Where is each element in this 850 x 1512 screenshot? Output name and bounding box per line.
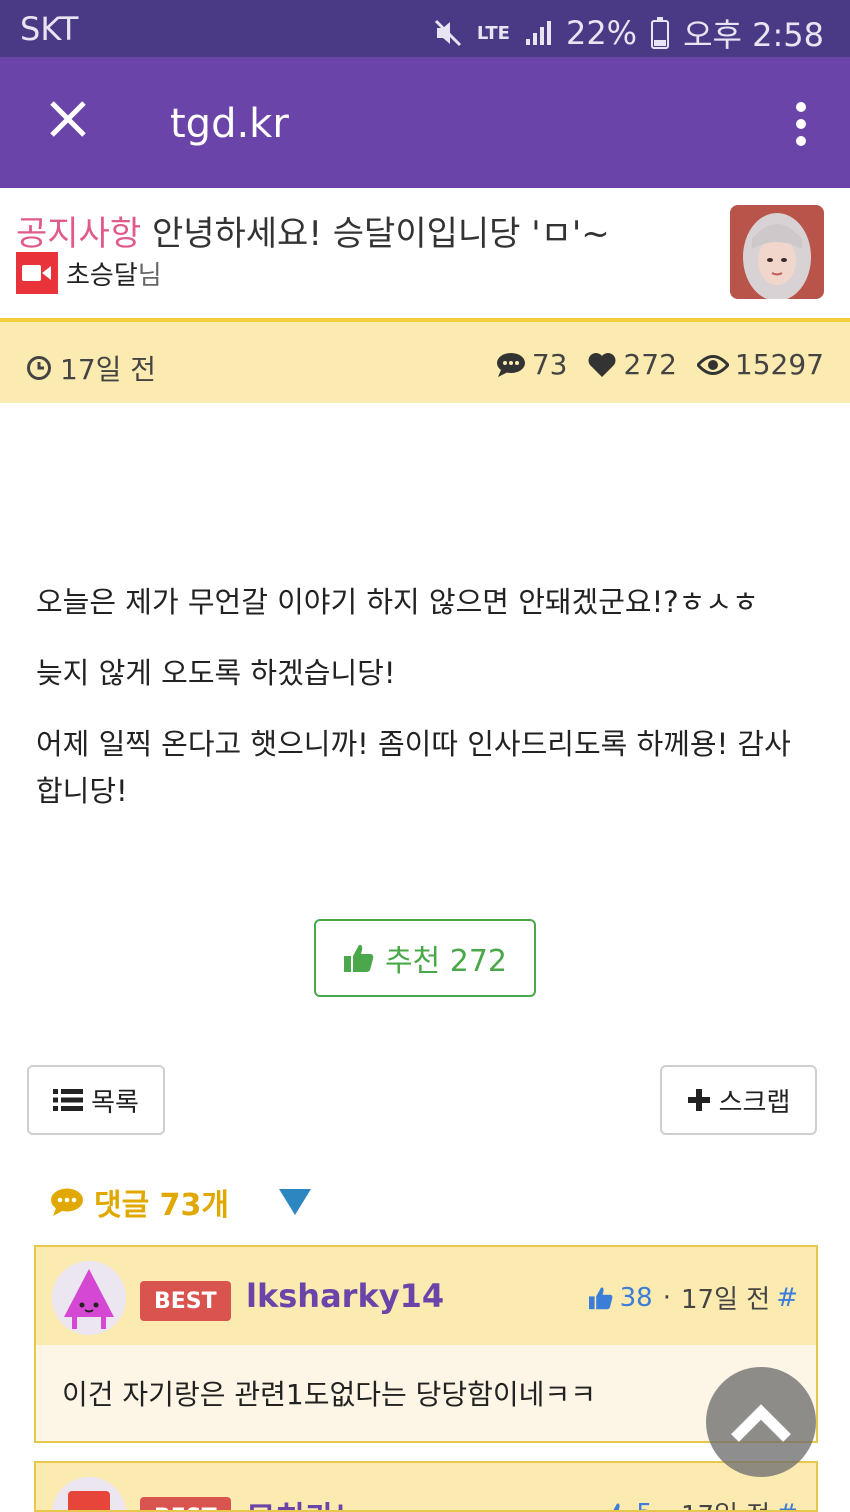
best-badge: BEST bbox=[140, 1497, 231, 1510]
post-date: 17일 전 bbox=[26, 348, 156, 388]
close-icon[interactable] bbox=[46, 97, 90, 141]
comment-meta: 5 · 17일 전 # bbox=[604, 1495, 798, 1511]
comment-permalink[interactable]: # bbox=[776, 1499, 798, 1511]
thumbs-up-icon bbox=[588, 1286, 613, 1309]
comment-meta: 38 · 17일 전 # bbox=[588, 1279, 798, 1316]
network-label: LTE bbox=[476, 22, 510, 44]
post-header: 공지사항 안녕하세요! 승달이입니당 'ㅁ'~ 초승달 님 bbox=[0, 190, 850, 318]
battery-icon bbox=[651, 17, 670, 49]
signal-icon bbox=[525, 21, 551, 45]
post-date-text: 17일 전 bbox=[60, 353, 157, 386]
meta-separator: · bbox=[662, 1282, 671, 1313]
heart-icon bbox=[588, 352, 616, 377]
commenter-avatar[interactable] bbox=[52, 1477, 126, 1510]
status-icons: LTE 22% 오후 2:58 bbox=[433, 10, 824, 56]
view-count: 15297 bbox=[696, 348, 824, 381]
like-count-text: 272 bbox=[623, 348, 677, 381]
best-badge: BEST bbox=[140, 1281, 231, 1321]
comment-likes[interactable]: 38 bbox=[588, 1283, 653, 1313]
chevron-up-icon bbox=[731, 1404, 791, 1442]
post-stats: 73 272 15297 bbox=[484, 348, 824, 381]
comment-time: 17일 전 bbox=[681, 1495, 770, 1510]
author-name: 초승달 bbox=[66, 260, 138, 291]
mute-icon bbox=[434, 19, 461, 47]
comment-likes[interactable]: 5 bbox=[604, 1499, 653, 1511]
clock-icon bbox=[27, 356, 51, 380]
scroll-to-top-button[interactable] bbox=[706, 1367, 816, 1477]
page-url: tgd.kr bbox=[170, 101, 289, 147]
post-paragraph: 어제 일찍 온다고 햇으니까! 좀이따 인사드리도록 하께용! 감사합니당! bbox=[36, 727, 791, 808]
comment-permalink[interactable]: # bbox=[776, 1283, 798, 1313]
comment-item: BEST lksharky14 38 · 17일 전 # 이건 자기랑은 관련1… bbox=[34, 1245, 818, 1443]
post-body: 오늘은 제가 무언갈 이야기 하지 않으면 안돼겠군요!?ㅎㅅㅎ 늦지 않게 오… bbox=[36, 579, 806, 839]
scrap-button[interactable]: 스크랩 bbox=[660, 1065, 817, 1135]
comment-icon bbox=[496, 352, 525, 377]
status-bar: SKT LTE 22% 오후 2:58 bbox=[0, 0, 850, 57]
post-paragraph: 오늘은 제가 무언갈 이야기 하지 않으면 안돼겠군요!?ㅎㅅㅎ bbox=[36, 585, 759, 619]
eye-icon bbox=[696, 354, 729, 375]
comment-header: BEST lksharky14 38 · 17일 전 # bbox=[36, 1247, 816, 1345]
commenter-name[interactable]: lksharky14 bbox=[246, 1277, 444, 1315]
recommend-button[interactable]: 추천 272 bbox=[314, 919, 536, 997]
comments-header[interactable]: 댓글 73개 bbox=[50, 1180, 311, 1224]
commenter-avatar[interactable] bbox=[52, 1261, 126, 1335]
post-title-text: 안녕하세요! 승달이입니당 'ㅁ'~ bbox=[151, 214, 610, 254]
list-icon bbox=[53, 1089, 84, 1111]
broadcaster-icon bbox=[16, 252, 58, 294]
post-actions: 목록 스크랩 bbox=[0, 1048, 850, 1158]
collapse-triangle-icon[interactable] bbox=[279, 1189, 311, 1215]
scrap-button-label: 스크랩 bbox=[718, 1087, 791, 1118]
post-paragraph: 늦지 않게 오도록 하겠습니당! bbox=[36, 656, 396, 690]
recommend-label: 추천 272 bbox=[385, 944, 507, 979]
comment-text: 이건 자기랑은 관련1도없다는 당당함이네ㅋㅋ bbox=[36, 1345, 816, 1441]
thumbs-up-icon bbox=[344, 944, 374, 972]
meta-separator: · bbox=[663, 1499, 671, 1511]
commenter-name[interactable]: 모치카노 bbox=[246, 1493, 364, 1510]
author-suffix: 님 bbox=[137, 260, 162, 291]
list-button[interactable]: 목록 bbox=[27, 1065, 165, 1135]
post-title: 공지사항 안녕하세요! 승달이입니당 'ㅁ'~ bbox=[16, 206, 610, 255]
comment-count: 73 bbox=[496, 348, 568, 381]
author-avatar[interactable] bbox=[730, 205, 824, 299]
clock: 오후 2:58 bbox=[683, 16, 824, 54]
comment-item: BEST 모치카노 5 · 17일 전 # bbox=[34, 1461, 818, 1512]
more-vert-icon[interactable] bbox=[794, 102, 808, 146]
comment-icon bbox=[51, 1188, 83, 1216]
post-meta-bar: 17일 전 73 272 15297 bbox=[0, 318, 850, 403]
thumbs-up-icon bbox=[613, 1502, 620, 1510]
post-author[interactable]: 초승달 님 bbox=[16, 252, 162, 294]
battery-percent: 22% bbox=[565, 14, 638, 52]
comment-likes-count: 38 bbox=[619, 1282, 653, 1313]
post-category[interactable]: 공지사항 bbox=[16, 214, 141, 254]
list-button-label: 목록 bbox=[91, 1087, 139, 1118]
view-count-text: 15297 bbox=[734, 348, 824, 381]
post-content: 오늘은 제가 무언갈 이야기 하지 않으면 안돼겠군요!?ㅎㅅㅎ 늦지 않게 오… bbox=[0, 403, 850, 1048]
carrier-label: SKT bbox=[20, 10, 79, 48]
app-bar: tgd.kr bbox=[0, 57, 850, 188]
plus-icon bbox=[687, 1089, 710, 1111]
like-count: 272 bbox=[587, 348, 677, 381]
comment-time: 17일 전 bbox=[681, 1285, 771, 1315]
comment-header: BEST 모치카노 5 · 17일 전 # bbox=[36, 1463, 816, 1511]
comments-header-label: 댓글 73개 bbox=[94, 1188, 229, 1223]
comment-count-text: 73 bbox=[531, 348, 568, 381]
comment-likes-count: 5 bbox=[636, 1499, 653, 1511]
